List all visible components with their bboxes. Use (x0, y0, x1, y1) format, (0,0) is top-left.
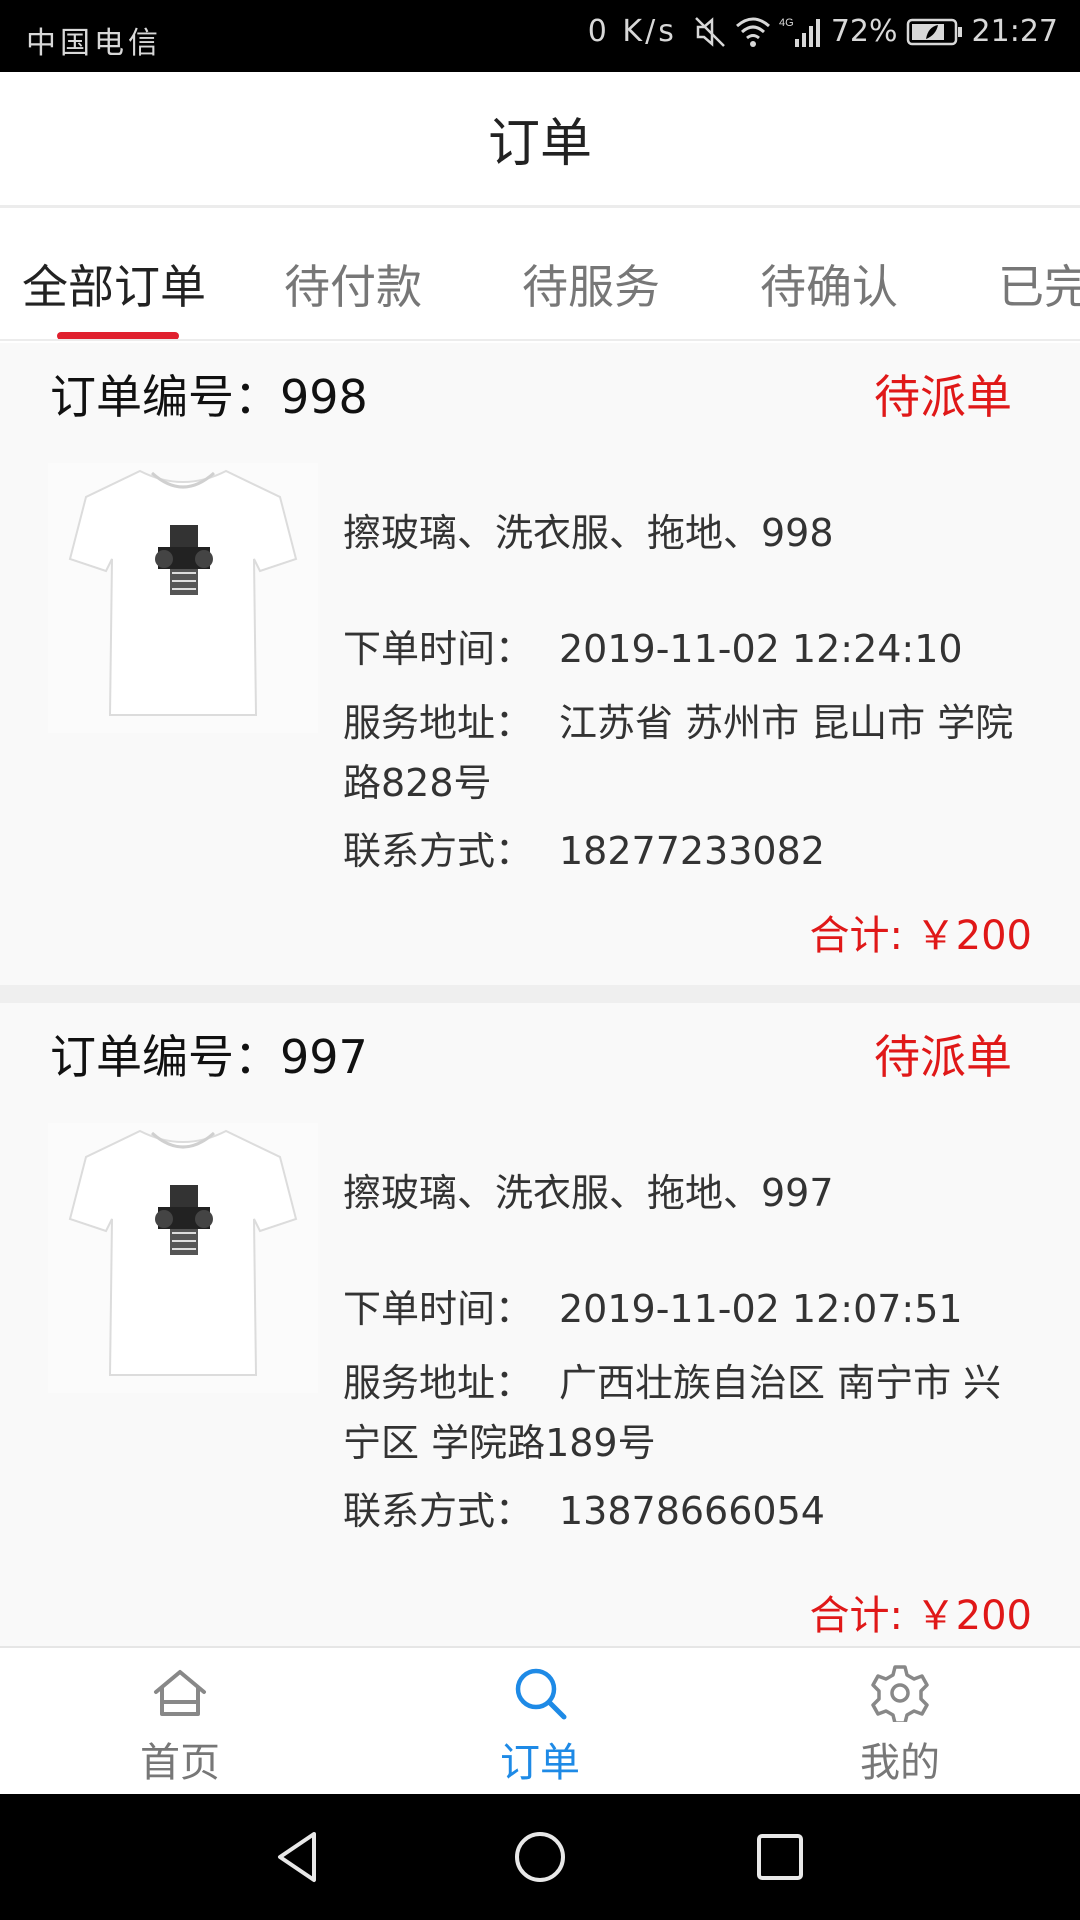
tab-pending-payment[interactable]: 待付款 (284, 251, 422, 317)
order-card[interactable]: 订单编号：997 待派单 擦玻璃、洗衣服、拖地、997 下单时间： 2019-11… (0, 1003, 1080, 1646)
order-address-label: 服务地址： (343, 701, 534, 745)
battery-percent: 72% (830, 14, 898, 49)
svg-text:4G: 4G (779, 17, 794, 29)
order-time-row: 下单时间： 2019-11-02 12:24:10 (343, 619, 963, 679)
order-phone-label: 联系方式： (343, 829, 534, 873)
product-image[interactable] (48, 463, 318, 733)
order-address-row: 服务地址： 江苏省 苏州市 昆山市 学院路828号 (343, 693, 1023, 813)
home-circle-icon[interactable] (507, 1824, 573, 1890)
nav-orders[interactable]: 订单 (440, 1648, 640, 1796)
order-list: 订单编号：998 待派单 擦玻璃、洗衣服、拖地、998 下单时间： 2019-11… (0, 343, 1080, 1646)
tab-completed[interactable]: 已完 (998, 251, 1080, 317)
order-phone: 13878666054 (559, 1489, 825, 1533)
status-bar: 中国电信 0 K/s 4G 72% 21:27 (0, 0, 1080, 72)
signal-icon: 4G (779, 15, 823, 49)
wifi-icon (735, 16, 771, 48)
back-icon[interactable] (266, 1824, 332, 1890)
battery-icon (906, 17, 964, 47)
order-status: 待派单 (874, 1030, 1012, 1084)
order-time: 2019-11-02 12:07:51 (559, 1287, 963, 1331)
mute-icon (693, 15, 727, 49)
nav-home[interactable]: 首页 (80, 1648, 280, 1796)
order-total: 合计: ￥200 (809, 913, 1032, 959)
carrier-name: 中国电信 (26, 26, 162, 61)
net-speed: 0 K/s (587, 14, 677, 49)
home-icon (152, 1660, 208, 1726)
order-services: 擦玻璃、洗衣服、拖地、998 (343, 511, 834, 555)
order-time: 2019-11-02 12:24:10 (559, 627, 963, 671)
search-icon (512, 1660, 568, 1726)
nav-home-label: 首页 (140, 1740, 220, 1786)
nav-orders-label: 订单 (500, 1740, 580, 1786)
order-time-label: 下单时间： (343, 627, 534, 671)
order-services: 擦玻璃、洗衣服、拖地、997 (343, 1171, 834, 1215)
order-tabs: 全部订单 待付款 待服务 待确认 已完 (0, 211, 1080, 341)
order-card[interactable]: 订单编号：998 待派单 擦玻璃、洗衣服、拖地、998 下单时间： 2019-11… (0, 343, 1080, 985)
order-number: 订单编号：997 (50, 1030, 368, 1084)
order-time-row: 下单时间： 2019-11-02 12:07:51 (343, 1279, 963, 1339)
product-image[interactable] (48, 1123, 318, 1393)
tab-indicator (57, 332, 179, 339)
page-title: 订单 (487, 114, 592, 174)
recent-apps-icon[interactable] (747, 1824, 813, 1890)
bottom-nav: 首页 订单 我的 (0, 1646, 1080, 1794)
nav-mine-label: 我的 (860, 1740, 940, 1786)
tab-pending-confirm[interactable]: 待确认 (760, 251, 898, 317)
order-phone: 18277233082 (559, 829, 825, 873)
order-phone-row: 联系方式： 13878666054 (343, 1481, 825, 1541)
nav-mine[interactable]: 我的 (800, 1648, 1000, 1796)
tab-all-orders[interactable]: 全部订单 (22, 251, 206, 317)
order-phone-row: 联系方式： 18277233082 (343, 821, 825, 881)
order-phone-label: 联系方式： (343, 1489, 534, 1533)
status-icons: 0 K/s 4G 72% 21:27 (588, 14, 1058, 49)
clock: 21:27 (971, 14, 1058, 49)
order-total: 合计: ￥200 (809, 1593, 1032, 1639)
order-number: 订单编号：998 (50, 370, 368, 424)
order-time-label: 下单时间： (343, 1287, 534, 1331)
order-address-label: 服务地址： (343, 1361, 534, 1405)
order-status: 待派单 (874, 370, 1012, 424)
order-address-row: 服务地址： 广西壮族自治区 南宁市 兴宁区 学院路189号 (343, 1353, 1023, 1473)
gear-icon (871, 1660, 929, 1726)
tab-pending-service[interactable]: 待服务 (522, 251, 660, 317)
system-nav-bar (0, 1794, 1080, 1920)
title-bar: 订单 (0, 72, 1080, 208)
